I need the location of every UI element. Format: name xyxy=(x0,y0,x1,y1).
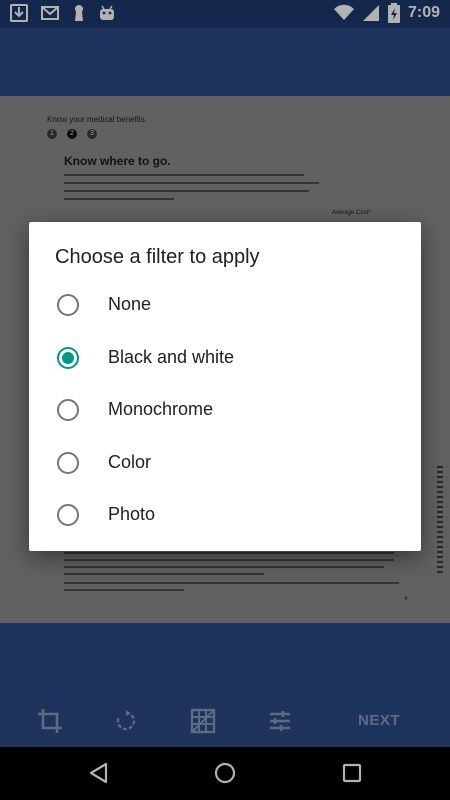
option-label: Monochrome xyxy=(108,399,214,419)
document-text-line xyxy=(64,552,394,554)
document-average-cost: Average Cost* xyxy=(332,210,371,216)
document-text-line xyxy=(64,182,319,184)
status-time: 7:09 xyxy=(407,4,440,21)
keyhole-icon xyxy=(72,4,86,22)
back-icon[interactable] xyxy=(86,761,110,785)
system-navigation-bar xyxy=(0,747,450,800)
filter-option-none[interactable]: None xyxy=(29,280,421,332)
document-text-line xyxy=(64,174,304,176)
adjust-sliders-icon[interactable] xyxy=(266,707,294,735)
document-text-line xyxy=(64,190,309,192)
app-bar xyxy=(0,28,450,96)
document-title: Know where to go. xyxy=(64,154,171,168)
document-text-line xyxy=(64,566,384,568)
option-label: None xyxy=(108,294,152,314)
download-icon xyxy=(10,4,28,22)
option-label: Black and white xyxy=(108,347,235,367)
filter-grid-icon[interactable] xyxy=(189,707,217,735)
dialog-title: Choose a filter to apply xyxy=(55,246,260,268)
document-step: 3 xyxy=(87,129,97,139)
document-page-number: 4 xyxy=(404,596,408,602)
filter-option-black-and-white[interactable]: Black and white xyxy=(29,333,421,385)
filter-option-photo[interactable]: Photo xyxy=(29,490,421,542)
document-text-line xyxy=(64,582,399,584)
rotate-icon[interactable] xyxy=(112,707,140,735)
filter-option-color[interactable]: Color xyxy=(29,438,421,490)
android-icon xyxy=(98,4,116,22)
radio-button-checked[interactable] xyxy=(57,347,79,369)
document-text-line xyxy=(64,198,174,200)
radio-button[interactable] xyxy=(57,399,79,421)
option-label: Color xyxy=(108,452,152,472)
document-step: 1 xyxy=(47,129,57,139)
crop-icon[interactable] xyxy=(36,707,64,735)
status-bar: 7:09 xyxy=(0,0,450,28)
document-heading: Know your medical benefits. xyxy=(47,115,148,124)
filter-dialog: Choose a filter to apply None Black and … xyxy=(29,222,421,551)
next-button[interactable]: NEXT xyxy=(358,712,400,729)
document-text-line xyxy=(64,573,264,575)
bottom-toolbar: NEXT xyxy=(0,623,450,747)
radio-button[interactable] xyxy=(57,294,79,316)
signal-icon xyxy=(362,4,380,22)
document-side-text xyxy=(437,466,443,576)
radio-button[interactable] xyxy=(57,504,79,526)
document-text-line xyxy=(64,559,394,561)
filter-option-monochrome[interactable]: Monochrome xyxy=(29,385,421,437)
document-steps: 1 2 3 xyxy=(47,129,97,139)
home-icon[interactable] xyxy=(213,761,237,785)
wifi-icon xyxy=(333,4,354,22)
gmail-icon xyxy=(40,4,60,22)
document-text-line xyxy=(64,589,184,591)
battery-charging-icon xyxy=(387,3,400,23)
recents-icon[interactable] xyxy=(340,761,364,785)
option-label: Photo xyxy=(108,504,156,524)
radio-button[interactable] xyxy=(57,452,79,474)
document-step: 2 xyxy=(67,129,77,139)
